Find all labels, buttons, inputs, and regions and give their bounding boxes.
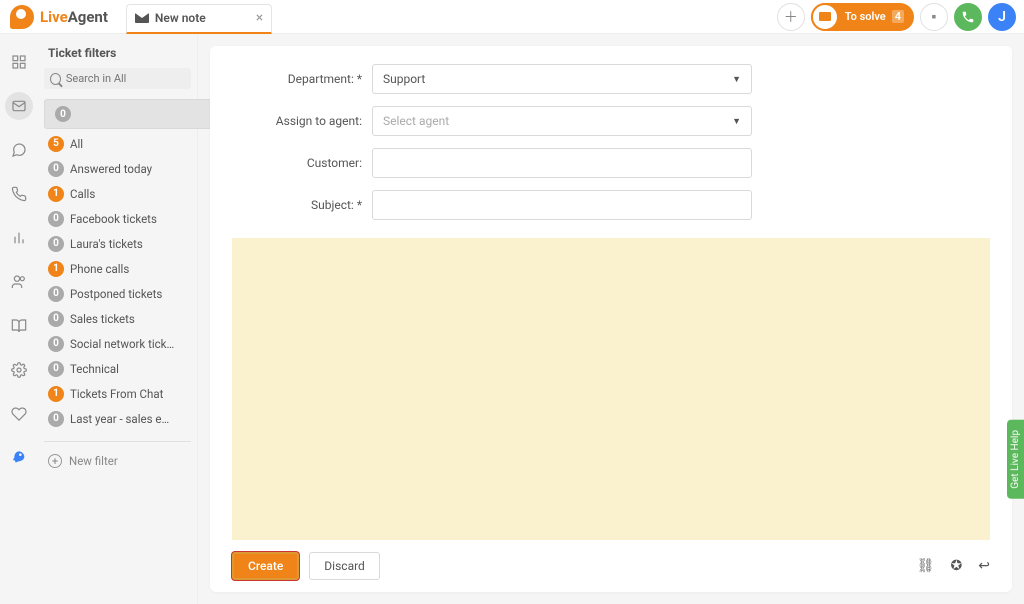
filter-item[interactable]: 1 Calls — [44, 183, 191, 204]
filter-label: Facebook tickets — [70, 212, 157, 226]
subject-input[interactable] — [372, 190, 752, 220]
filter-count-badge: 0 — [48, 211, 64, 227]
subject-label: Subject: * — [232, 198, 362, 212]
filter-search[interactable] — [44, 68, 191, 89]
note-icon — [135, 13, 149, 23]
new-filter-button[interactable]: + New filter — [44, 454, 191, 468]
envelope-icon — [811, 3, 839, 31]
avatar[interactable]: J — [988, 3, 1016, 31]
filter-count-badge: 0 — [48, 361, 64, 377]
filter-panel: Ticket filters 0Assigned to me5All0Answe… — [38, 34, 198, 604]
new-note-card: Department: * Support ▼ Assign to agent:… — [210, 46, 1012, 592]
filter-count-badge: 5 — [48, 136, 64, 152]
to-solve-button[interactable]: To solve 4 — [811, 3, 914, 31]
filter-label: Phone calls — [70, 262, 129, 276]
filter-count-badge: 1 — [48, 261, 64, 277]
favorites-icon[interactable] — [5, 400, 33, 428]
filter-item[interactable]: 0 Sales tickets — [44, 308, 191, 329]
footer-tools: ⛓ ✪ ↩ — [917, 558, 990, 574]
chevron-down-icon: ▼ — [732, 116, 741, 127]
chats-icon[interactable] — [5, 136, 33, 164]
filter-label: Calls — [70, 187, 95, 201]
filter-label: Social network tick… — [70, 337, 174, 351]
filter-count-badge: 1 — [48, 386, 64, 402]
filter-item[interactable]: 0 Technical — [44, 358, 191, 379]
filter-label: Sales tickets — [70, 312, 135, 326]
add-button[interactable]: ＋ — [777, 3, 805, 31]
filter-count-badge: 0 — [48, 161, 64, 177]
create-button[interactable]: Create — [232, 552, 299, 580]
filter-item[interactable]: 5 All — [44, 133, 191, 154]
content-area: Department: * Support ▼ Assign to agent:… — [198, 34, 1024, 604]
filter-item[interactable]: 1 Tickets From Chat — [44, 383, 191, 404]
filter-item[interactable]: 0 Last year - sales e… — [44, 408, 191, 429]
customer-input[interactable] — [372, 148, 752, 178]
reply-icon[interactable]: ↩ — [978, 558, 990, 574]
department-select[interactable]: Support ▼ — [372, 64, 752, 94]
logo-icon — [10, 5, 34, 29]
filter-label: Tickets From Chat — [70, 387, 163, 401]
comment-icon[interactable]: ✪ — [951, 558, 963, 574]
filter-item[interactable]: 1 Phone calls — [44, 258, 191, 279]
customer-label: Customer: — [232, 156, 362, 170]
filter-label: All — [70, 137, 83, 151]
filter-label: Answered today — [70, 162, 152, 176]
reports-icon[interactable] — [5, 224, 33, 252]
calls-icon[interactable] — [5, 180, 33, 208]
filter-label: Postponed tickets — [70, 287, 162, 301]
logo[interactable]: LiveAgent — [0, 5, 118, 29]
attachment-icon[interactable]: ⛓ — [917, 558, 935, 574]
filter-item[interactable]: 0 Answered today — [44, 158, 191, 179]
filter-count-badge: 0 — [48, 236, 64, 252]
plus-icon: + — [48, 454, 62, 468]
agent-select[interactable]: Select agent ▼ — [372, 106, 752, 136]
filter-count-badge: 0 — [48, 336, 64, 352]
chevron-down-icon: ▼ — [732, 74, 741, 85]
divider — [44, 441, 191, 442]
customers-icon[interactable] — [5, 268, 33, 296]
filter-label: Technical — [70, 362, 119, 376]
filter-count-badge: 1 — [48, 186, 64, 202]
dashboard-icon[interactable] — [5, 48, 33, 76]
filter-count-badge: 0 — [48, 286, 64, 302]
top-bar: LiveAgent New note × ＋ To solve 4 ▪ J — [0, 0, 1024, 34]
filter-item[interactable]: 0 Postponed tickets — [44, 283, 191, 304]
card-footer: Create Discard ⛓ ✪ ↩ — [232, 540, 990, 580]
live-help-tab[interactable]: Get Live Help — [1007, 420, 1024, 499]
note-editor[interactable] — [232, 238, 990, 540]
logo-text: LiveAgent — [40, 8, 108, 26]
knowledge-icon[interactable] — [5, 312, 33, 340]
settings-icon[interactable] — [5, 356, 33, 384]
filter-count-badge: 0 — [55, 106, 71, 122]
tab-label: New note — [155, 11, 206, 25]
filter-label: Last year - sales e… — [70, 412, 169, 426]
filter-count-badge: 0 — [48, 311, 64, 327]
filter-item[interactable]: 0 Laura's tickets — [44, 233, 191, 254]
filter-panel-title: Ticket filters — [44, 46, 191, 60]
search-input[interactable] — [66, 72, 185, 85]
agent-label: Assign to agent: — [232, 114, 362, 128]
discard-button[interactable]: Discard — [309, 552, 380, 580]
topbar-actions: ＋ To solve 4 ▪ J — [777, 3, 1016, 31]
filter-list: 0Assigned to me5All0Answered today1Calls… — [44, 99, 191, 429]
department-label: Department: * — [232, 72, 362, 86]
chat-button[interactable]: ▪ — [920, 3, 948, 31]
call-button[interactable] — [954, 3, 982, 31]
rocket-icon[interactable] — [5, 444, 33, 472]
search-icon — [50, 73, 61, 85]
close-icon[interactable]: × — [256, 10, 263, 26]
filter-label: Laura's tickets — [70, 237, 143, 251]
filter-count-badge: 0 — [48, 411, 64, 427]
nav-rail — [0, 34, 38, 604]
filter-item[interactable]: 0 Facebook tickets — [44, 208, 191, 229]
filter-item[interactable]: 0 Social network tick… — [44, 333, 191, 354]
tickets-icon[interactable] — [5, 92, 33, 120]
tab-new-note[interactable]: New note × — [126, 4, 272, 34]
